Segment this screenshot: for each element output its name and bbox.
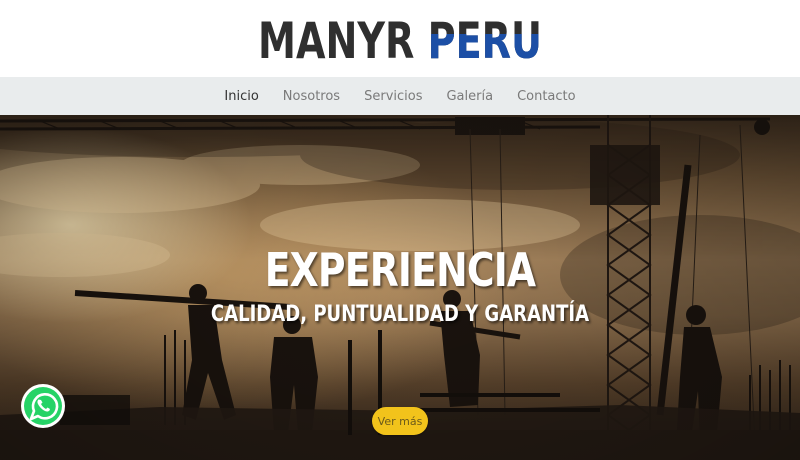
nav-item-contacto[interactable]: Contacto xyxy=(517,89,576,104)
nav-item-inicio[interactable]: Inicio xyxy=(224,89,258,104)
nav-item-servicios[interactable]: Servicios xyxy=(364,89,422,104)
hero-banner: EXPERIENCIA CALIDAD, PUNTUALIDAD Y GARAN… xyxy=(0,115,800,460)
hero-subtitle: CALIDAD, PUNTUALIDAD Y GARANTÍA xyxy=(210,302,590,327)
main-navigation: Inicio Nosotros Servicios Galería Contac… xyxy=(0,77,800,115)
site-header: MANYR PERU MANYR PERU MANYR PERU xyxy=(0,0,800,77)
hero-title: EXPERIENCIA xyxy=(264,243,536,297)
manyr-peru-logo[interactable]: MANYR PERU MANYR PERU MANYR PERU xyxy=(250,4,550,68)
whatsapp-icon[interactable] xyxy=(20,383,66,429)
ver-mas-button[interactable]: Ver más xyxy=(372,407,428,435)
nav-item-nosotros[interactable]: Nosotros xyxy=(283,89,340,104)
nav-item-galeria[interactable]: Galería xyxy=(446,89,493,104)
